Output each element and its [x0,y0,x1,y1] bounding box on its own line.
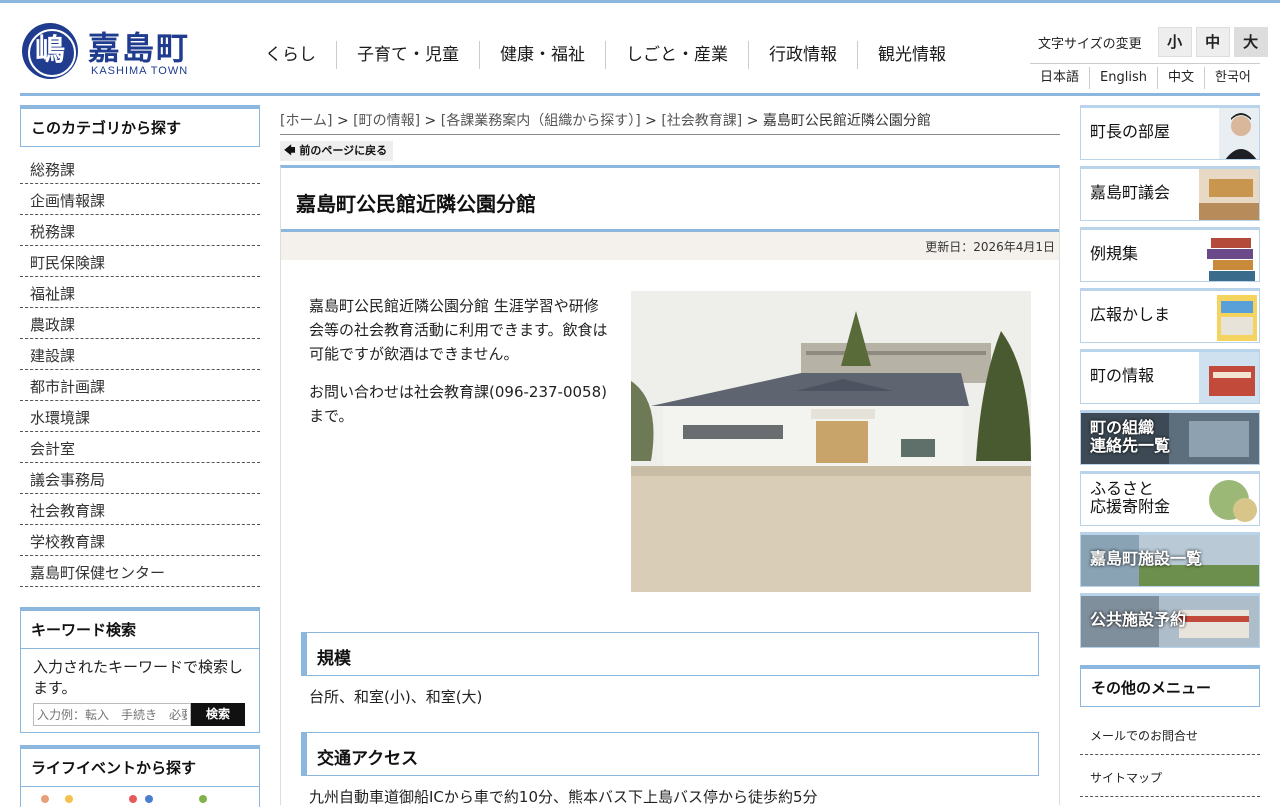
category-item[interactable]: 議会事務局 [20,463,260,494]
header-divider [20,93,1260,96]
site-logo[interactable]: 嶋 嘉島町 KASHIMA TOWN [22,23,202,83]
font-size-switcher: 文字サイズの変更 小 中 大 [1038,27,1268,57]
category-item[interactable]: 水環境課 [20,401,260,432]
search-button[interactable]: 検索 [191,703,245,726]
intro-paragraph: 嘉島町公民館近隣公園分館 生涯学習や研修会等の社会教育活動に利用できます。飲食は… [309,297,608,363]
nav-shigoto[interactable]: しごと・産業 [605,41,748,69]
life-event-icon[interactable] [199,795,207,803]
keyword-search-form: 検索 [33,703,247,726]
arrow-left-icon: 🡄 [284,144,296,157]
life-event-icon[interactable] [145,795,153,803]
page-title: 嘉島町公民館近隣公園分館 [281,168,1059,232]
intro-text: 嘉島町公民館近隣公園分館 生涯学習や研修会等の社会教育活動に利用できます。飲食は… [309,294,609,442]
language-switcher: 日本語 English 中文 한국어 [1030,63,1260,89]
keyword-search-box: キーワード検索 入力されたキーワードで検索します。 検索 [20,607,260,733]
font-size-label: 文字サイズの変更 [1038,36,1142,52]
category-item[interactable]: 会計室 [20,432,260,463]
site-header: 嶋 嘉島町 KASHIMA TOWN くらし 子育て・児童 健康・福祉 しごと・… [0,3,1280,96]
breadcrumb-current: 嘉島町公民館近隣公園分館 [762,113,931,129]
nav-kosodate[interactable]: 子育て・児童 [336,41,479,69]
back-button-label: 前のページに戻る [299,144,388,157]
category-item[interactable]: 町民保険課 [20,246,260,277]
life-event-title: ライフイベントから探す [20,745,260,787]
breadcrumb-town-info[interactable]: [町の情報] [353,113,420,129]
banner-organization[interactable]: 町の組織 連絡先一覧 [1080,410,1260,465]
town-building-icon [1199,352,1259,403]
newsletter-icon [1217,295,1257,341]
banner-town-info[interactable]: 町の情報 [1080,349,1260,404]
mayor-portrait-icon [1219,108,1259,159]
lang-japanese[interactable]: 日本語 [1030,67,1089,89]
category-item[interactable]: 建設課 [20,339,260,370]
breadcrumb-social-education[interactable]: [社会教育課] [661,113,742,129]
logo-subtitle: KASHIMA TOWN [91,65,189,77]
office-icon [1169,413,1259,464]
gift-food-icon [1209,480,1257,522]
breadcrumb-departments[interactable]: [各課業務案内（組織から探す）] [441,113,641,129]
nav-kanko[interactable]: 観光情報 [857,41,966,69]
lang-korean[interactable]: 한국어 [1203,67,1261,89]
assembly-hall-icon [1199,169,1259,220]
life-event-box: ライフイベントから探す [20,745,260,807]
category-item[interactable]: 農政課 [20,308,260,339]
breadcrumb-home[interactable]: [ホーム] [280,113,333,129]
category-item[interactable]: 嘉島町保健センター [20,556,260,587]
category-item[interactable]: 福祉課 [20,277,260,308]
banner-kouhou[interactable]: 広報かしま [1080,288,1260,343]
town-emblem-icon: 嶋 [22,23,78,79]
keyword-search-input[interactable] [33,703,191,726]
life-event-icon[interactable] [129,795,137,803]
category-title: このカテゴリから探す [20,105,260,147]
section-heading-access: 交通アクセス [301,732,1039,776]
font-size-small-button[interactable]: 小 [1157,27,1192,57]
font-size-large-button[interactable]: 大 [1233,27,1268,57]
category-item[interactable]: 社会教育課 [20,494,260,525]
banner-reservation[interactable]: 公共施設予約 [1080,593,1260,648]
keyword-search-description: 入力されたキーワードで検索します。 [33,658,244,697]
mail-contact-link[interactable]: メールでのお問合せ [1080,713,1260,755]
lang-chinese[interactable]: 中文 [1156,67,1204,89]
keyword-search-title: キーワード検索 [20,607,260,649]
banner-mayor[interactable]: 町長の部屋 [1080,105,1260,160]
font-size-medium-button[interactable]: 中 [1195,27,1230,57]
article: 嘉島町公民館近隣公園分館 更新日：2026年4月1日 嘉島町公民館近隣公園分館 … [280,165,1060,806]
lang-english[interactable]: English [1089,67,1157,89]
sitemap-link[interactable]: サイトマップ [1080,755,1260,797]
nav-kurashi[interactable]: くらし [245,41,336,69]
category-item[interactable]: 学校教育課 [20,525,260,556]
contact-paragraph: お問い合わせは社会教育課(096-237-0058)まで。 [309,383,607,425]
section-heading-scale: 規模 [301,632,1039,676]
section-text-scale: 台所、和室(小)、和室(大) [309,688,483,706]
left-sidebar: このカテゴリから探す 総務課 企画情報課 税務課 町民保険課 福祉課 農政課 建… [20,105,260,807]
life-event-icon[interactable] [41,795,49,803]
banner-regulations[interactable]: 例規集 [1080,227,1260,282]
section-text-access: 九州自動車道御船ICから車で約10分、熊本バス下上島バス停から徒歩約5分 [309,788,818,806]
books-icon [1207,238,1255,281]
facility-photo [631,291,1031,592]
other-menu-title: その他のメニュー [1080,665,1260,707]
category-list: 総務課 企画情報課 税務課 町民保険課 福祉課 農政課 建設課 都市計画課 水環… [20,153,260,587]
right-sidebar: 町長の部屋 嘉島町議会 例規集 広報かしま 町の情報 町の組織 連絡先一覧 ふる… [1080,105,1260,797]
category-item[interactable]: 企画情報課 [20,184,260,215]
banner-assembly[interactable]: 嘉島町議会 [1080,166,1260,221]
global-nav: くらし 子育て・児童 健康・福祉 しごと・産業 行政情報 観光情報 [245,41,966,71]
banner-facilities[interactable]: 嘉島町施設一覧 [1080,532,1260,587]
logo-name: 嘉島町 [88,29,191,67]
category-item[interactable]: 都市計画課 [20,370,260,401]
category-item[interactable]: 総務課 [20,153,260,184]
life-event-icons [20,787,260,807]
banner-furusato[interactable]: ふるさと 応援寄附金 [1080,471,1260,526]
nav-kenko[interactable]: 健康・福祉 [479,41,605,69]
updated-date: 更新日：2026年4月1日 [281,232,1059,260]
nav-gyosei[interactable]: 行政情報 [748,41,857,69]
life-event-icon[interactable] [65,795,73,803]
other-menu: その他のメニュー メールでのお問合せ サイトマップ [1080,665,1260,797]
main-content: [ホーム] > [町の情報] > [各課業務案内（組織から探す）] > [社会教… [280,105,1060,806]
breadcrumb: [ホーム] > [町の情報] > [各課業務案内（組織から探す）] > [社会教… [280,105,1060,135]
category-item[interactable]: 税務課 [20,215,260,246]
back-button[interactable]: 🡄 前のページに戻る [280,141,394,161]
